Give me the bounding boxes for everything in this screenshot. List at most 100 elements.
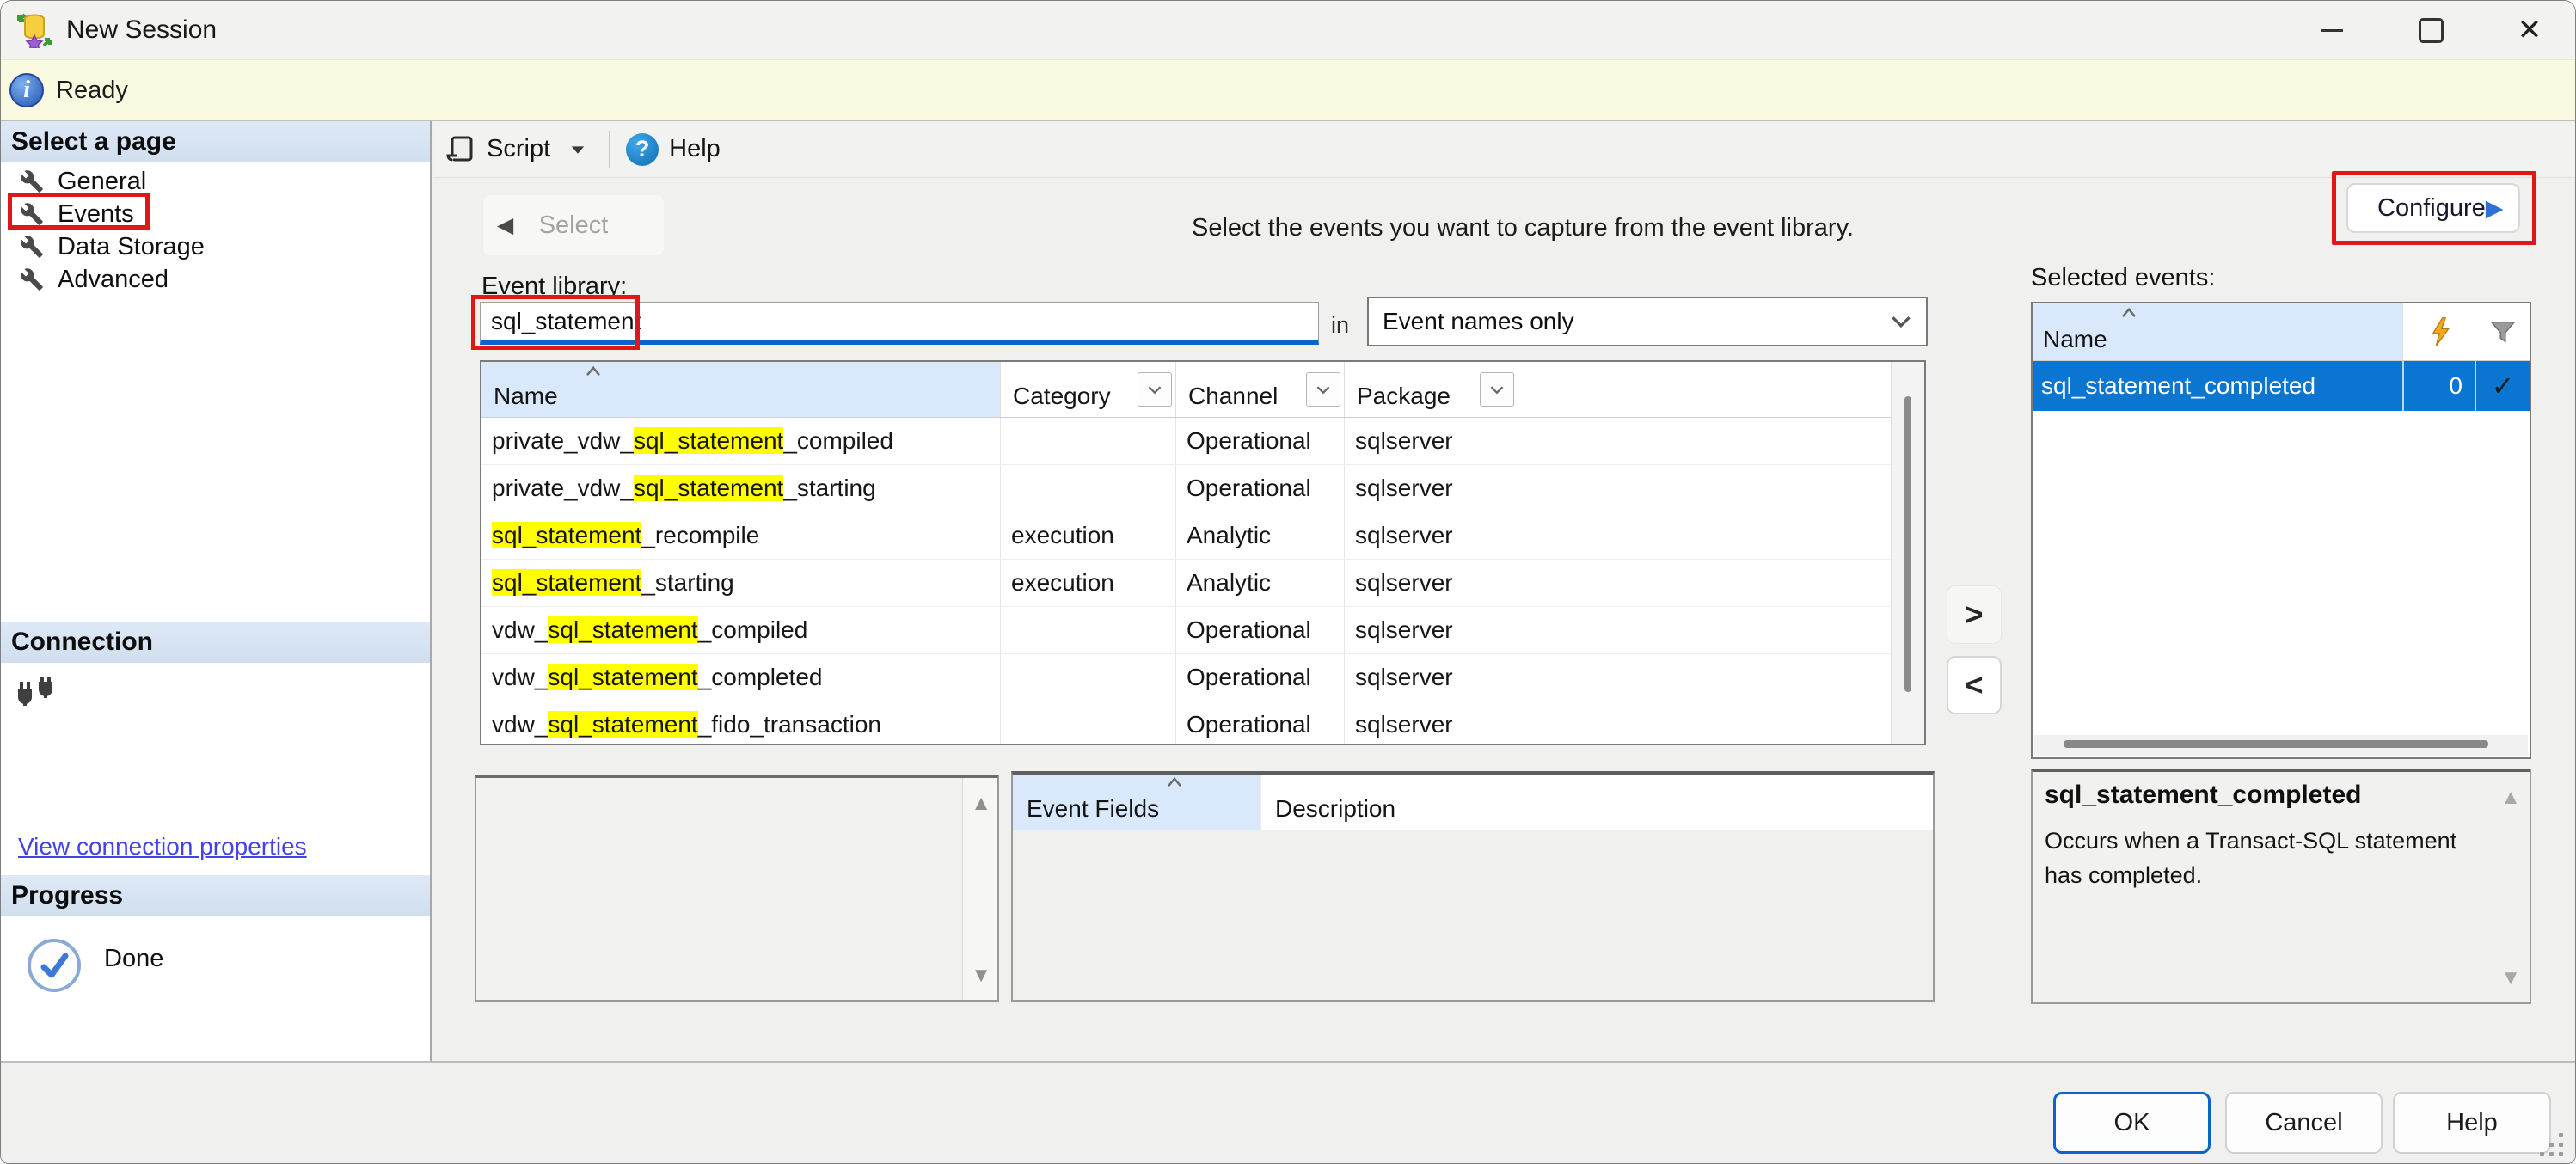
- scroll-down-icon[interactable]: ▼: [2500, 966, 2521, 990]
- view-connection-properties-link[interactable]: View connection properties: [18, 833, 307, 861]
- sub-events-scrollbar[interactable]: ▲ ▼: [962, 778, 997, 1000]
- minimize-icon: [2321, 29, 2343, 32]
- script-icon: [445, 134, 476, 165]
- help-button[interactable]: Help: [2393, 1092, 2551, 1154]
- progress-status: Done: [104, 945, 163, 973]
- channel-filter-dropdown[interactable]: [1306, 372, 1340, 407]
- column-header-channel[interactable]: Channel: [1176, 362, 1345, 417]
- scroll-down-icon[interactable]: ▼: [971, 964, 991, 988]
- connection-header: Connection: [1, 622, 430, 663]
- category-filter-dropdown[interactable]: [1138, 372, 1172, 407]
- status-bar: i Ready: [1, 59, 2575, 121]
- table-row[interactable]: sql_statement_starting execution Analyti…: [481, 560, 1924, 607]
- remove-event-button[interactable]: <: [1947, 656, 2002, 714]
- column-header-category[interactable]: Category: [1001, 362, 1176, 417]
- close-button[interactable]: ✕: [2489, 1, 2570, 59]
- selected-table-header: Name: [2033, 303, 2530, 361]
- channel-cell: Operational: [1176, 654, 1345, 701]
- sidebar: Select a page General Events Data Storag…: [1, 121, 432, 1061]
- selected-table-hscrollbar[interactable]: [2034, 735, 2528, 756]
- sort-ascending-icon: [2119, 307, 2139, 319]
- sidebar-item-data-storage[interactable]: Data Storage: [1, 230, 430, 264]
- package-cell: sqlserver: [1345, 465, 1518, 512]
- sidebar-item-label: Advanced: [58, 266, 169, 294]
- table-row[interactable]: sql_statement_recompile execution Analyt…: [481, 512, 1924, 560]
- event-name-cell: vdw_sql_statement_fido_transaction: [481, 701, 1001, 745]
- select-events-tab-button[interactable]: ◀ Select: [483, 195, 664, 255]
- filter-funnel-icon: [2488, 319, 2518, 345]
- search-match-highlight: sql_statement: [492, 569, 641, 596]
- toolbar-divider: [609, 131, 610, 168]
- sidebar-item-events[interactable]: Events: [1, 197, 430, 231]
- library-table-scrollbar[interactable]: [1891, 362, 1924, 744]
- lightning-icon: [2428, 316, 2450, 347]
- channel-cell: Analytic: [1176, 512, 1345, 559]
- titlebar: New Session ✕: [1, 1, 2575, 59]
- add-event-button[interactable]: >: [1947, 585, 2002, 644]
- column-header-name[interactable]: Name: [481, 362, 1001, 417]
- cancel-button[interactable]: Cancel: [2225, 1092, 2383, 1154]
- event-library-label: Event library:: [481, 273, 627, 301]
- maximize-button[interactable]: [2390, 1, 2471, 59]
- ok-button[interactable]: OK: [2053, 1092, 2211, 1154]
- scroll-up-icon[interactable]: ▲: [2500, 786, 2521, 810]
- sort-ascending-icon: [583, 365, 604, 377]
- event-name-cell: vdw_sql_statement_completed: [481, 654, 1001, 701]
- selected-event-row[interactable]: sql_statement_completed 0 ✓: [2033, 361, 2530, 411]
- channel-cell: Operational: [1176, 701, 1345, 745]
- event-description-panel: sql_statement_completed Occurs when a Tr…: [2031, 769, 2531, 1004]
- scroll-up-icon[interactable]: ▲: [971, 792, 991, 816]
- sidebar-item-label: Data Storage: [58, 233, 205, 261]
- fields-table-header: Event Fields Description: [1013, 775, 1933, 830]
- search-match-highlight: sql_statement: [634, 427, 783, 454]
- scrollbar-thumb[interactable]: [2064, 740, 2488, 748]
- script-dropdown-caret-icon[interactable]: [569, 144, 586, 155]
- search-match-highlight: sql_statement: [548, 616, 697, 643]
- package-cell: sqlserver: [1345, 560, 1518, 606]
- table-row[interactable]: vdw_sql_statement_compiled Operational s…: [481, 607, 1924, 654]
- help-button[interactable]: Help: [669, 135, 721, 163]
- new-session-dialog: New Session ✕ i Ready Select a page Gene…: [0, 0, 2576, 1164]
- script-button[interactable]: Script: [487, 135, 550, 163]
- maximize-icon: [2419, 18, 2444, 43]
- event-library-table: Name Category Channel Package private_vd…: [480, 360, 1926, 745]
- package-cell: sqlserver: [1345, 701, 1518, 745]
- table-row[interactable]: private_vdw_sql_statement_compiled Opera…: [481, 418, 1924, 465]
- event-library-search-input[interactable]: [480, 302, 1319, 345]
- sidebar-item-general[interactable]: General: [1, 164, 430, 199]
- column-header-event-fields[interactable]: Event Fields: [1013, 775, 1260, 830]
- scrollbar-thumb[interactable]: [1904, 396, 1911, 692]
- search-match-highlight: sql_statement: [492, 522, 641, 548]
- table-row[interactable]: vdw_sql_statement_completed Operational …: [481, 654, 1924, 701]
- sidebar-item-advanced[interactable]: Advanced: [1, 262, 430, 297]
- minimize-button[interactable]: [2291, 1, 2372, 59]
- package-cell: sqlserver: [1345, 418, 1518, 464]
- sidebar-item-label: Events: [58, 200, 134, 229]
- column-header-description[interactable]: Description: [1260, 775, 1503, 830]
- window-title: New Session: [66, 15, 217, 45]
- filter-check-icon: ✓: [2475, 361, 2530, 411]
- selected-column-header-name[interactable]: Name: [2033, 303, 2402, 360]
- category-cell: [1001, 465, 1176, 512]
- main-panel: Script ? Help ◀ Select Select the events…: [433, 121, 2576, 1061]
- table-row[interactable]: private_vdw_sql_statement_starting Opera…: [481, 465, 1924, 512]
- filter-column-header[interactable]: [2475, 303, 2530, 360]
- selected-events-table: Name sql_statement_completed 0 ✓: [2031, 302, 2531, 759]
- event-fields-table: Event Fields Description: [1011, 771, 1935, 1002]
- description-title: sql_statement_completed: [2045, 781, 2518, 810]
- table-row[interactable]: vdw_sql_statement_fido_transaction Opera…: [481, 701, 1924, 745]
- channel-cell: Operational: [1176, 418, 1345, 464]
- search-scope-value: Event names only: [1383, 308, 1574, 335]
- close-icon: ✕: [2518, 15, 2542, 45]
- package-filter-dropdown[interactable]: [1480, 372, 1514, 407]
- library-table-header: Name Category Channel Package: [481, 362, 1924, 418]
- forward-arrow-icon: ▶: [2486, 195, 2504, 222]
- configure-button[interactable]: Configure ▶: [2346, 183, 2520, 233]
- back-arrow-icon: ◀: [497, 212, 513, 238]
- search-scope-dropdown[interactable]: Event names only: [1367, 297, 1928, 346]
- wrench-icon: [20, 267, 44, 291]
- resize-grip[interactable]: [2539, 1132, 2565, 1158]
- column-header-package[interactable]: Package: [1345, 362, 1518, 417]
- category-cell: [1001, 701, 1176, 745]
- actions-column-header[interactable]: [2402, 303, 2475, 360]
